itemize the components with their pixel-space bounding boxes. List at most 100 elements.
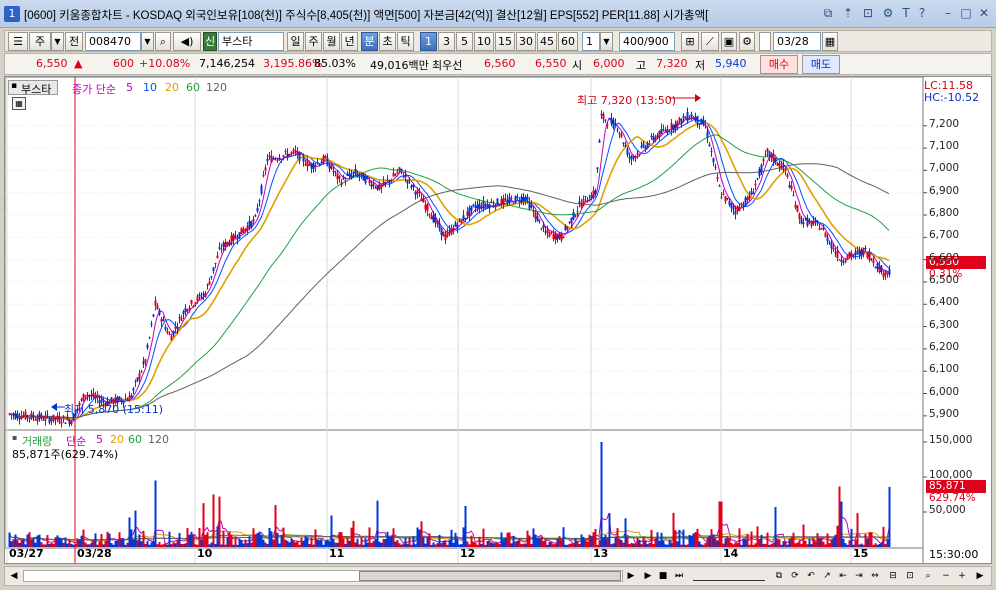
- tools-icon[interactable]: ⊞: [681, 32, 699, 51]
- tab-daily[interactable]: 일: [287, 32, 304, 51]
- gear-icon[interactable]: ⚙: [739, 32, 755, 51]
- count-input[interactable]: 1: [582, 32, 600, 51]
- volume-bar: [668, 539, 671, 547]
- candle-body: [728, 201, 731, 205]
- candle-body: [734, 210, 737, 215]
- stop-icon[interactable]: ■: [656, 569, 670, 583]
- tab-yearly[interactable]: 년: [341, 32, 358, 51]
- save-icon[interactable]: ▣: [721, 32, 737, 51]
- scroll-end-icon[interactable]: ▶: [973, 569, 987, 583]
- candle-body: [484, 204, 487, 206]
- candle-body: [824, 232, 827, 238]
- price-volume-chart[interactable]: [4, 76, 993, 565]
- candle-body: [536, 216, 539, 222]
- scroll-thumb[interactable]: [359, 571, 621, 581]
- range-input[interactable]: 400/900: [619, 32, 675, 51]
- volume-bar: [856, 513, 859, 547]
- tab-minute[interactable]: 분: [361, 32, 378, 51]
- volume-bar: [124, 544, 127, 547]
- refresh-icon[interactable]: ⟳: [788, 569, 802, 583]
- scroll-right-icon[interactable]: ▶: [624, 569, 638, 583]
- fit-icon[interactable]: ⇔: [868, 569, 882, 583]
- fast-forward-icon[interactable]: ⏭: [672, 569, 686, 583]
- candle-body: [470, 205, 473, 211]
- chevron-down-icon[interactable]: ▼: [141, 32, 154, 51]
- candle-body: [764, 154, 767, 156]
- volume-bar: [118, 532, 121, 547]
- volume-bar: [866, 538, 869, 547]
- minute-1-button[interactable]: 1: [420, 32, 437, 51]
- date-input[interactable]: 03/28: [773, 32, 821, 51]
- candle-body: [554, 232, 557, 240]
- candle-body: [164, 326, 167, 330]
- window-icon[interactable]: ⊡: [903, 569, 917, 583]
- settings-icon[interactable]: ⚙: [880, 5, 896, 21]
- chevron-down-icon[interactable]: ▼: [51, 32, 64, 51]
- undo-icon[interactable]: ↶: [804, 569, 818, 583]
- candle-body: [230, 235, 233, 245]
- link-icon[interactable]: ⧉: [820, 5, 836, 21]
- minute-45-button[interactable]: 45: [537, 32, 557, 51]
- minute-30-button[interactable]: 30: [516, 32, 536, 51]
- market-button[interactable]: 전: [65, 32, 83, 51]
- speed-slider[interactable]: [693, 571, 765, 581]
- minute-10-button[interactable]: 10: [474, 32, 494, 51]
- sell-button[interactable]: 매도: [802, 55, 840, 74]
- minute-15-button[interactable]: 15: [495, 32, 515, 51]
- price-tick-label: 6,300: [929, 318, 960, 331]
- candle-body: [588, 199, 591, 202]
- play-icon[interactable]: ▶: [641, 569, 655, 583]
- volume-bar: [370, 542, 373, 547]
- buy-button[interactable]: 매수: [760, 55, 798, 74]
- volume-bar: [534, 535, 537, 547]
- resize-icon[interactable]: ⊡: [860, 5, 876, 21]
- chart-area[interactable]: [4, 76, 992, 564]
- chart-scrollbar[interactable]: ◀ ▶ ▶ ■ ⏭ ⧉ ⟳ ↶ ↗ ⇤ ⇥ ⇔ ⊟ ⊡ ⌕ − + ▶: [4, 566, 992, 586]
- candle-body: [448, 230, 451, 232]
- minute-5-button[interactable]: 5: [456, 32, 473, 51]
- copy-icon[interactable]: ⧉: [772, 569, 786, 583]
- minute-3-button[interactable]: 3: [438, 32, 455, 51]
- tab-weekly[interactable]: 주: [305, 32, 322, 51]
- split-icon[interactable]: ⊟: [886, 569, 900, 583]
- trade-amount: 49,016백만: [370, 59, 429, 72]
- zoom-in-icon[interactable]: +: [955, 569, 969, 583]
- price-change: 600: [113, 57, 134, 70]
- tab-tick[interactable]: 틱: [397, 32, 414, 51]
- minimize-icon[interactable]: –: [940, 5, 956, 21]
- search-icon[interactable]: ⌕: [155, 32, 171, 51]
- speaker-icon[interactable]: ◀): [173, 32, 201, 51]
- stock-name-field[interactable]: 부스타: [218, 32, 284, 51]
- line-draw-icon[interactable]: ⟋: [701, 32, 719, 51]
- volume-bar: [822, 541, 825, 547]
- volume-bar: [296, 541, 299, 547]
- zoom-icon[interactable]: ⌕: [921, 569, 935, 583]
- minute-60-button[interactable]: 60: [558, 32, 578, 51]
- chevron-down-icon[interactable]: ▼: [600, 32, 613, 51]
- pin-icon[interactable]: ⇡: [840, 5, 856, 21]
- tab-second[interactable]: 초: [379, 32, 396, 51]
- scroll-left-icon[interactable]: ◀: [7, 569, 21, 583]
- scroll-track[interactable]: [23, 570, 623, 582]
- period-select[interactable]: 주: [29, 32, 51, 51]
- close-icon[interactable]: ✕: [976, 5, 992, 21]
- date-checkbox[interactable]: [759, 32, 771, 51]
- price-panel-tab[interactable]: ▪ 부스타: [8, 80, 58, 96]
- candle-body: [418, 192, 421, 194]
- maximize-icon[interactable]: □: [958, 5, 974, 21]
- stock-code-input[interactable]: 008470: [85, 32, 141, 51]
- pan-right-icon[interactable]: ⇥: [852, 569, 866, 583]
- font-icon[interactable]: T: [898, 5, 914, 21]
- pan-left-icon[interactable]: ⇤: [836, 569, 850, 583]
- candle-body: [636, 152, 639, 155]
- list-icon[interactable]: ☰: [8, 32, 28, 51]
- zoom-out-icon[interactable]: −: [939, 569, 953, 583]
- volume-bar: [834, 534, 837, 547]
- calendar-icon[interactable]: ▦: [822, 32, 838, 51]
- help-icon[interactable]: ?: [914, 5, 930, 21]
- arrow-icon[interactable]: ↗: [820, 569, 834, 583]
- grid-icon[interactable]: ▦: [12, 97, 26, 110]
- volume-bar: [680, 544, 683, 547]
- candle-body: [706, 131, 709, 138]
- tab-monthly[interactable]: 월: [323, 32, 340, 51]
